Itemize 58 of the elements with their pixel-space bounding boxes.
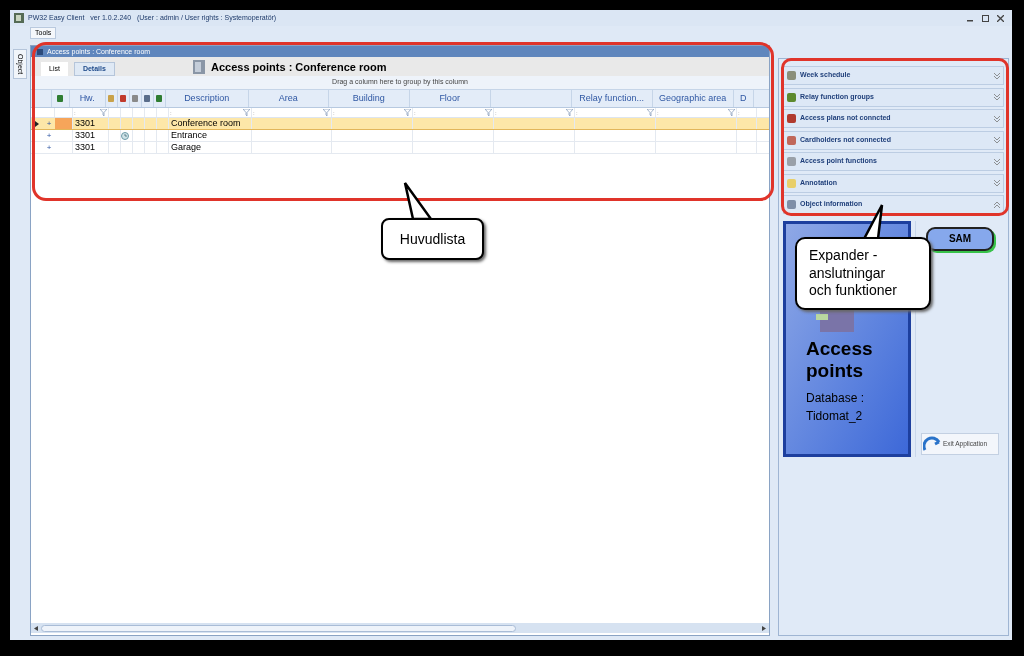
- column-header[interactable]: Building: [328, 90, 410, 107]
- expand-toggle[interactable]: +: [46, 119, 52, 128]
- table-row[interactable]: + 3301 Entrance: [31, 130, 769, 142]
- callout: Expander - anslutningar och funktioner: [795, 237, 931, 310]
- table-row[interactable]: + 3301 Conference room: [31, 118, 769, 130]
- column-header[interactable]: Floor: [409, 90, 491, 107]
- expand-icon: [994, 94, 1000, 100]
- table-cell-text: 3301: [74, 131, 97, 140]
- expand-toggle[interactable]: +: [46, 131, 52, 140]
- icon-column-header[interactable]: [117, 90, 130, 107]
- filter-icon[interactable]: [243, 109, 250, 116]
- expand-icon: [994, 158, 1000, 165]
- table-cell-text: Entrance: [170, 131, 209, 140]
- table-cell-text: 3301: [74, 143, 97, 152]
- expand-toggle[interactable]: +: [46, 143, 52, 152]
- maximize-icon[interactable]: [982, 14, 989, 22]
- exit-arrow-icon: [923, 435, 941, 452]
- app-icon: [14, 13, 24, 23]
- filter-icon[interactable]: [323, 109, 330, 116]
- icon-column-header[interactable]: [105, 90, 118, 107]
- filter-icon[interactable]: [485, 109, 492, 116]
- scroll-thumb[interactable]: [41, 624, 516, 632]
- column-header[interactable]: Relay function...: [571, 90, 653, 107]
- filter-icon[interactable]: [100, 109, 107, 116]
- filter-icon[interactable]: [404, 109, 411, 116]
- column-header[interactable]: D: [733, 90, 754, 107]
- scroll-right-icon[interactable]: [762, 625, 766, 631]
- table-cell-text: Conference room: [170, 119, 242, 128]
- tile-title: Access points: [806, 337, 874, 384]
- close-icon[interactable]: [997, 14, 1004, 22]
- callout-pointer: [403, 181, 433, 221]
- panel-icon: [37, 48, 43, 55]
- table-cell-text: 3301: [74, 119, 97, 128]
- column-header[interactable]: Hw.: [69, 90, 106, 107]
- sam-button[interactable]: SAM: [926, 226, 994, 251]
- icon-column-header[interactable]: [153, 90, 166, 107]
- filter-icon[interactable]: [728, 109, 735, 116]
- expand-icon: [994, 115, 1000, 122]
- expand-icon: [994, 180, 1000, 186]
- table-row[interactable]: + 3301 Garage: [31, 142, 769, 154]
- icon-column-header[interactable]: [141, 90, 154, 107]
- column-header[interactable]: Description: [165, 90, 249, 107]
- expand-icon: [994, 137, 1000, 143]
- filter-icon[interactable]: [566, 109, 573, 116]
- collapse-icon: [994, 201, 1000, 208]
- column-icon: [57, 95, 64, 102]
- icon-column-header[interactable]: [129, 90, 142, 107]
- scroll-left-icon[interactable]: [34, 625, 38, 631]
- tile-database: Database : Tidomat_2: [806, 390, 866, 426]
- table-cell-text: Garage: [170, 143, 203, 152]
- column-header[interactable]: Geographic area: [652, 90, 734, 107]
- row-pointer-icon: [35, 120, 39, 127]
- filter-icon[interactable]: [647, 109, 654, 116]
- door-icon: [193, 60, 205, 75]
- panel-heading: Access points : Conference room: [211, 60, 387, 75]
- expand-icon: [994, 72, 1000, 79]
- horizontal-scrollbar[interactable]: [31, 623, 769, 633]
- column-header[interactable]: Area: [248, 90, 329, 107]
